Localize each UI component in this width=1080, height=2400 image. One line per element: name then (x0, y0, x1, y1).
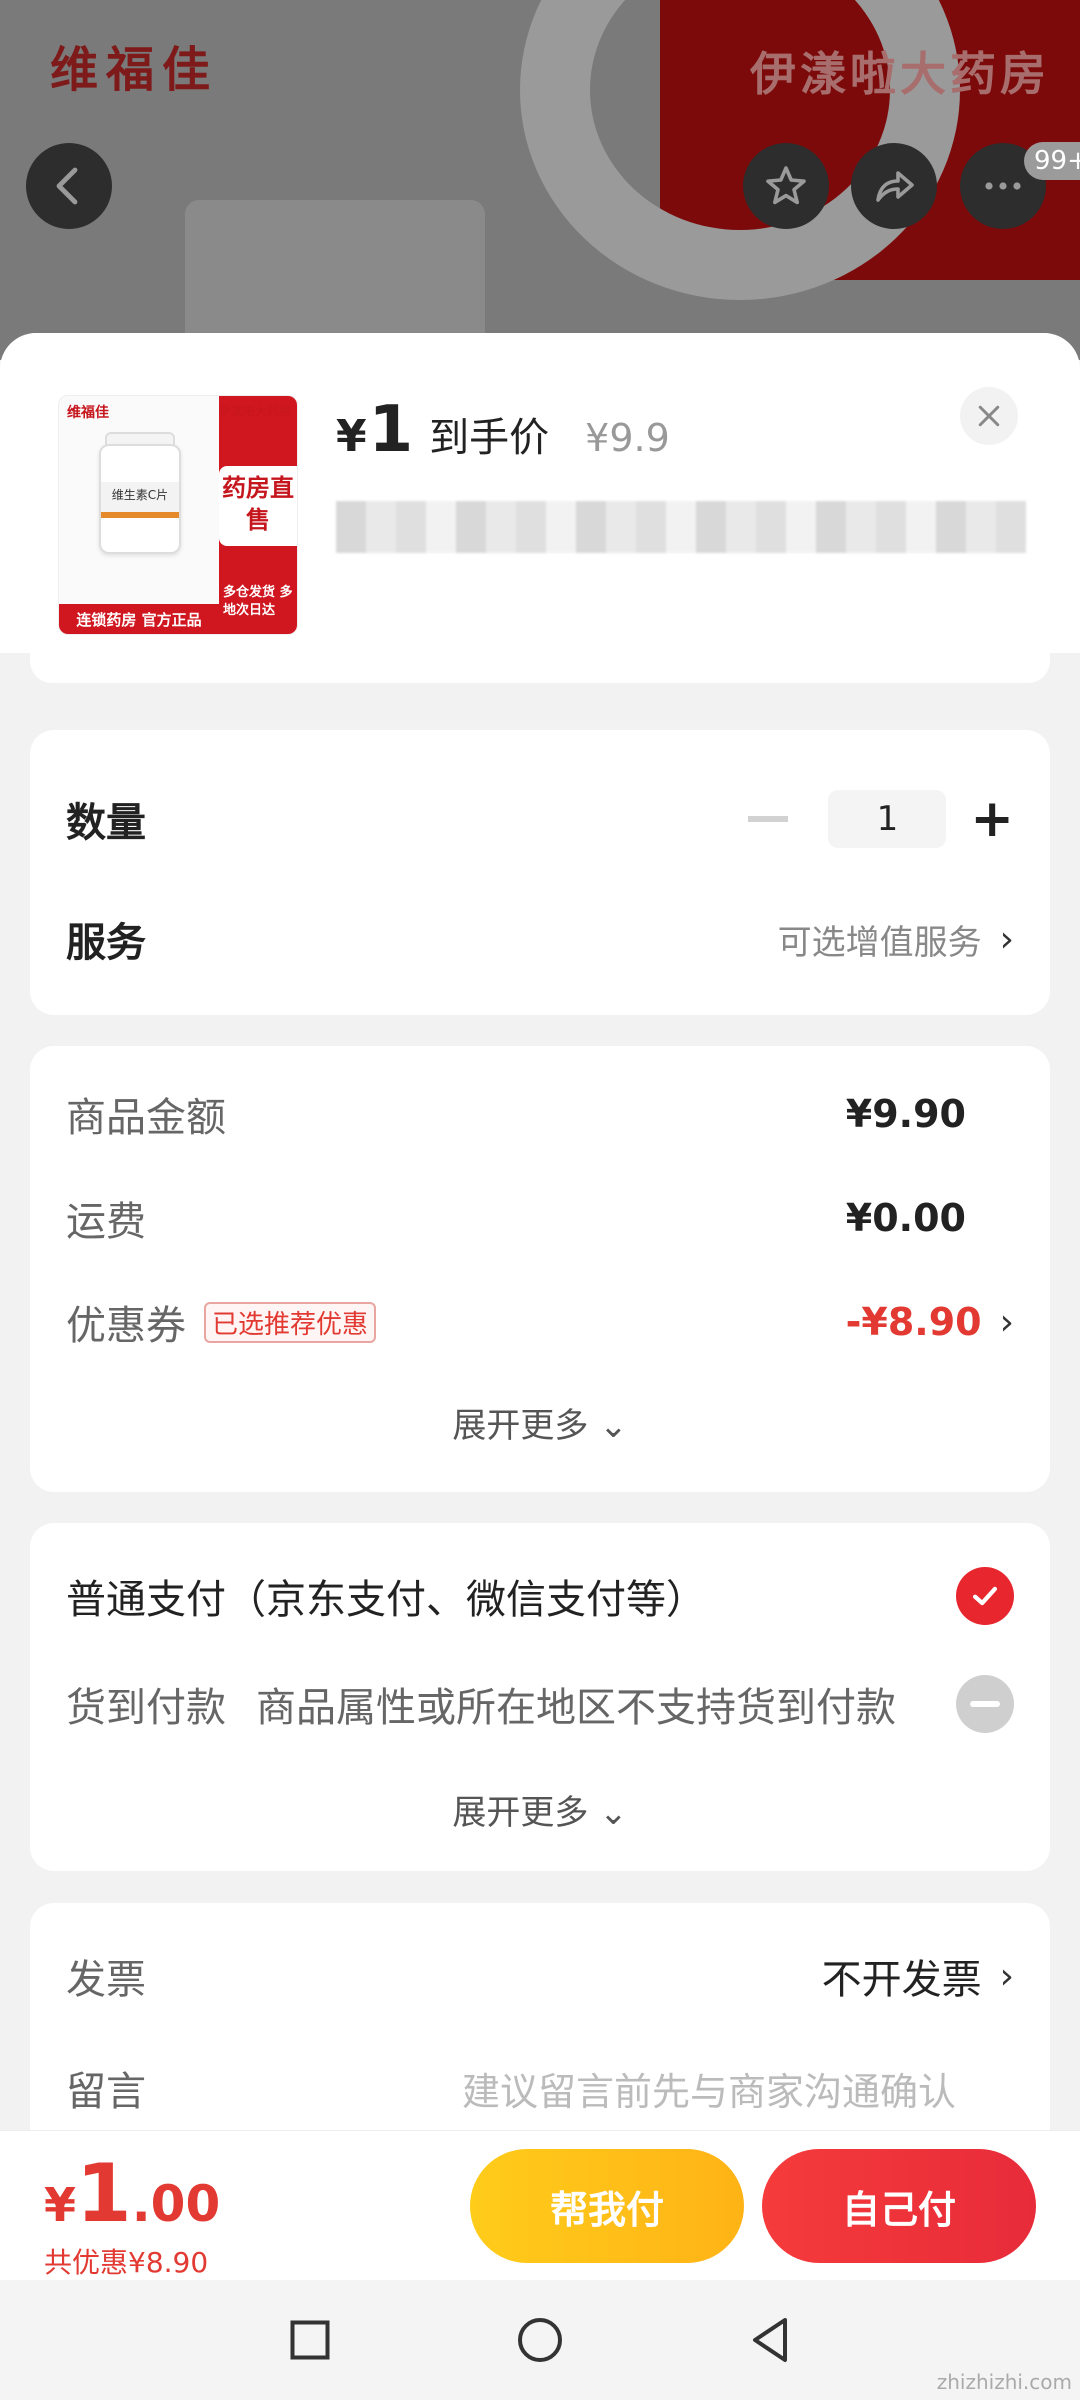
chevron-down-icon: ⌄ (599, 1406, 628, 1446)
chevron-right-icon: › (999, 1955, 1014, 1997)
increase-button[interactable]: + (970, 793, 1014, 845)
recent-apps-icon[interactable] (280, 2310, 340, 2370)
message-label: 留言 (66, 2069, 146, 2115)
cod-note: 商品属性或所在地区不支持货到付款 (256, 1685, 896, 1731)
close-icon (978, 405, 1000, 427)
decrease-button[interactable] (748, 816, 789, 822)
selected-check-icon[interactable] (956, 1567, 1014, 1625)
coupon-value: -¥8.90 (845, 1300, 982, 1344)
total-price: ¥ 1 .00 (44, 2147, 220, 2240)
invoice-value: 不开发票 (821, 1957, 982, 2003)
price-value: 1 (368, 393, 414, 467)
coupon-row[interactable]: 优惠券 已选推荐优惠 -¥8.90 › (66, 1292, 1014, 1352)
notification-badge: 99+ (1024, 142, 1080, 180)
shipping-row: 运费 ¥0.00 (66, 1188, 1014, 1248)
total-decimal: .00 (131, 2175, 221, 2233)
expand-more-payment[interactable]: 展开更多 ⌄ (30, 1785, 1050, 1834)
checkout-sheet: 维福佳 伊漾啦大药房 维生素C片 药房直售 多仓发货 多地次日达 连锁药房 官方… (0, 333, 1080, 2283)
home-icon[interactable] (510, 2310, 570, 2370)
service-hint: 可选增值服务 (777, 922, 982, 963)
sheet-header: 维福佳 伊漾啦大药房 维生素C片 药房直售 多仓发货 多地次日达 连锁药房 官方… (0, 333, 1080, 653)
back-triangle-icon[interactable] (740, 2310, 800, 2370)
chevron-down-icon: ⌄ (599, 1793, 628, 1833)
coupon-label: 优惠券 (66, 1303, 186, 1349)
help-me-pay-button[interactable]: 帮我付 (470, 2149, 744, 2263)
cod-payment-row: 货到付款 商品属性或所在地区不支持货到付款 (66, 1671, 1014, 1737)
chevron-right-icon: › (999, 1301, 1014, 1343)
normal-payment-row[interactable]: 普通支付（京东支付、微信支付等） (66, 1563, 1014, 1629)
quantity-service-card: 数量 1 + 服务 可选增值服务 › (30, 730, 1050, 1015)
service-label: 服务 (66, 920, 146, 966)
favorite-button[interactable] (743, 143, 829, 229)
product-title-redacted (336, 501, 1026, 553)
expand-more-label: 展开更多 (452, 1793, 589, 1833)
thumbnail-footer: 连锁药房 官方正品 (59, 604, 219, 634)
system-navigation-bar (0, 2280, 1080, 2400)
cod-label: 货到付款 (66, 1685, 226, 1731)
quantity-stepper: 1 + (748, 790, 1014, 848)
chevron-left-icon (56, 167, 78, 205)
goods-amount-row: 商品金额 ¥9.90 (66, 1084, 1014, 1144)
service-row[interactable]: 服务 可选增值服务 › (66, 908, 1014, 970)
goods-amount-label: 商品金额 (66, 1095, 226, 1141)
shipping-value: ¥0.00 (845, 1196, 966, 1240)
message-input[interactable]: 建议留言前先与商家沟通确认 (462, 2061, 956, 2116)
thumbnail-store: 伊漾啦大药房 (218, 404, 291, 418)
brand-logo: 维福佳 (50, 42, 219, 98)
cost-summary-card: 商品金额 ¥9.90 运费 ¥0.00 优惠券 已选推荐优惠 -¥8.90 › … (30, 1046, 1050, 1492)
store-name: 伊漾啦大药房 (750, 47, 1050, 101)
total-integer: 1 (76, 2147, 132, 2240)
share-button[interactable] (851, 143, 937, 229)
original-price: ¥9.9 (585, 416, 670, 460)
invoice-label: 发票 (66, 1957, 146, 2003)
quantity-row: 数量 1 + (66, 788, 1014, 850)
thumbnail-direct-sale: 药房直售 (219, 466, 297, 546)
expand-more-label: 展开更多 (452, 1406, 589, 1446)
pay-myself-button[interactable]: 自己付 (762, 2149, 1036, 2263)
thumbnail-brand: 维福佳 (67, 405, 109, 421)
quantity-label: 数量 (66, 800, 146, 846)
thumbnail-shipping: 多仓发货 多地次日达 (223, 585, 293, 618)
invoice-row[interactable]: 发票 不开发票 › (66, 1943, 1014, 2009)
final-price: ¥ 1 到手价 ¥9.9 (336, 393, 670, 467)
message-row[interactable]: 留言 建议留言前先与商家沟通确认 (66, 2055, 1014, 2121)
currency-symbol: ¥ (336, 411, 367, 462)
watermark: zhizhizhi.com (936, 2370, 1072, 2394)
close-button[interactable] (960, 387, 1018, 445)
checkout-footer: ¥ 1 .00 共优惠¥8.90 帮我付 自己付 (0, 2130, 1080, 2280)
normal-payment-label: 普通支付（京东支付、微信支付等） (66, 1577, 706, 1623)
quantity-input[interactable]: 1 (828, 790, 947, 848)
payment-method-card: 普通支付（京东支付、微信支付等） 货到付款 商品属性或所在地区不支持货到付款 展… (30, 1523, 1050, 1871)
expand-more-costs[interactable]: 展开更多 ⌄ (30, 1398, 1050, 1447)
star-icon (766, 166, 806, 205)
goods-amount-value: ¥9.90 (845, 1092, 966, 1136)
product-thumbnail: 维福佳 伊漾啦大药房 维生素C片 药房直售 多仓发货 多地次日达 连锁药房 官方… (58, 395, 298, 635)
coupon-tag: 已选推荐优惠 (204, 1301, 377, 1343)
sku-section-edge (30, 653, 1050, 683)
share-icon (876, 171, 914, 202)
total-discount: 共优惠¥8.90 (44, 2246, 209, 2279)
disabled-icon (956, 1675, 1014, 1733)
thumbnail-product-name: 维生素C片 (101, 482, 179, 516)
shipping-label: 运费 (66, 1199, 146, 1245)
back-button[interactable] (26, 143, 112, 229)
total-currency: ¥ (44, 2178, 77, 2232)
chevron-right-icon: › (999, 918, 1014, 960)
price-label: 到手价 (429, 415, 550, 461)
more-dots-icon (985, 182, 1021, 190)
